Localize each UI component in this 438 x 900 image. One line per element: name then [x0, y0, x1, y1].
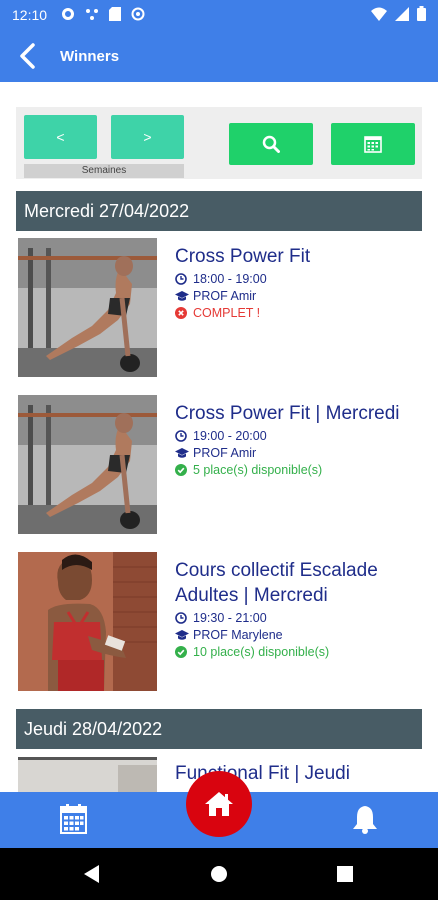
course-status-text: 5 place(s) disponible(s) — [193, 462, 323, 477]
day-header: Jeudi 28/04/2022 — [16, 709, 422, 749]
clock-icon — [175, 611, 193, 624]
next-week-button[interactable]: > — [111, 115, 184, 159]
weeks-label: Semaines — [24, 164, 184, 178]
course-status-text: COMPLET ! — [193, 305, 261, 320]
course-time-text: 19:30 - 21:00 — [193, 610, 267, 625]
bell-icon — [353, 806, 377, 834]
sd-card-status-icon — [109, 6, 122, 24]
course-item[interactable]: Cours collectif Escalade Adultes | Mercr… — [18, 552, 422, 692]
status-time: 12:10 — [12, 7, 48, 23]
nav-calendar[interactable] — [60, 804, 87, 839]
back-button[interactable] — [2, 30, 54, 82]
vpn-status-icon — [85, 7, 99, 24]
course-status-text: 10 place(s) disponible(s) — [193, 644, 330, 659]
page-title: Winners — [60, 47, 120, 65]
calendar-button[interactable] — [331, 123, 415, 165]
course-coach-text: PROF Amir — [193, 288, 257, 303]
course-coach-text: PROF Amir — [193, 445, 257, 460]
course-coach: PROF Amir — [175, 288, 422, 303]
signal-icon — [395, 6, 409, 24]
system-back-icon[interactable] — [84, 865, 100, 888]
home-icon — [205, 792, 233, 816]
course-title: Cross Power Fit — [175, 246, 311, 267]
home-button[interactable] — [186, 771, 252, 837]
search-icon — [262, 135, 280, 153]
course-time-text: 19:00 - 20:00 — [193, 428, 267, 443]
sync-status-icon — [131, 7, 145, 24]
check-circle-icon — [175, 645, 193, 658]
course-image — [18, 238, 157, 377]
course-coach: PROF Amir — [175, 445, 422, 460]
graduation-cap-icon — [175, 447, 193, 459]
week-toolbar: < > Semaines — [16, 107, 422, 179]
system-recents-icon[interactable] — [337, 866, 353, 887]
settings-status-icon — [61, 7, 75, 24]
wifi-icon — [371, 7, 387, 24]
graduation-cap-icon — [175, 629, 193, 641]
course-time: 19:00 - 20:00 — [175, 428, 422, 443]
course-image — [18, 757, 157, 792]
clock-icon — [175, 272, 193, 285]
course-title: Cross Power Fit | Mercredi — [175, 403, 400, 424]
course-item[interactable]: Cross Power Fit | Mercredi 19:00 - 20:00… — [18, 395, 422, 535]
clock-icon — [175, 429, 193, 442]
course-status: 5 place(s) disponible(s) — [175, 462, 422, 477]
course-status: 10 place(s) disponible(s) — [175, 644, 422, 659]
course-image — [18, 552, 157, 691]
search-button[interactable] — [229, 123, 313, 165]
battery-icon — [417, 6, 426, 24]
graduation-cap-icon — [175, 290, 193, 302]
previous-week-button[interactable]: < — [24, 115, 97, 159]
course-item[interactable]: Cross Power Fit 18:00 - 19:00 PROF Amir … — [18, 238, 422, 378]
cross-circle-icon — [175, 306, 193, 319]
course-coach-text: PROF Marylene — [193, 627, 283, 642]
course-title: Cours collectif Escalade Adultes | Mercr… — [175, 560, 378, 606]
arrow-left-icon — [20, 43, 35, 69]
course-time-text: 18:00 - 19:00 — [193, 271, 267, 286]
day-header: Mercredi 27/04/2022 — [16, 191, 422, 231]
course-time: 19:30 - 21:00 — [175, 610, 422, 625]
calendar-icon — [364, 136, 382, 153]
course-status: COMPLET ! — [175, 305, 422, 320]
course-time: 18:00 - 19:00 — [175, 271, 422, 286]
status-bar: 12:10 — [0, 0, 438, 30]
app-bar: Winners — [0, 30, 438, 82]
system-navigation-bar — [0, 848, 438, 900]
check-circle-icon — [175, 463, 193, 476]
course-image — [18, 395, 157, 534]
course-coach: PROF Marylene — [175, 627, 422, 642]
system-home-icon[interactable] — [210, 865, 228, 888]
calendar-icon — [60, 804, 87, 834]
nav-notifications[interactable] — [352, 804, 378, 839]
